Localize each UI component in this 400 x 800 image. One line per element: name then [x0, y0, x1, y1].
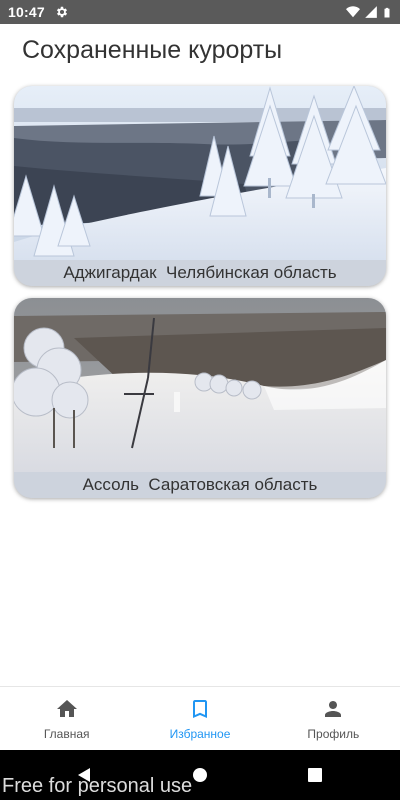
ski-lift-slope-photo	[14, 298, 386, 472]
gear-icon	[55, 5, 69, 19]
signal-icon	[365, 6, 377, 18]
wifi-icon	[346, 6, 360, 18]
nav-item-home[interactable]: Главная	[0, 687, 133, 750]
resort-card-assol[interactable]: Ассоль Саратовская область	[14, 298, 386, 498]
status-bar: 10:47	[0, 0, 400, 24]
snowy-forest-slope-photo	[14, 86, 386, 260]
nav-label-home: Главная	[43, 726, 90, 741]
page-title: Сохраненные курорты	[22, 36, 283, 64]
battery-icon	[384, 7, 390, 17]
person-icon	[325, 700, 342, 717]
bottom-nav: Главная Избранное Профиль	[0, 686, 400, 750]
system-nav-bar	[0, 750, 400, 800]
recents-icon[interactable]	[307, 767, 323, 783]
resort-caption: Аджигардак Челябинская область	[14, 260, 386, 286]
nav-item-profile[interactable]: Профиль	[267, 687, 400, 750]
status-time: 10:47	[8, 4, 45, 20]
bookmark-icon	[192, 699, 207, 718]
home-icon	[56, 699, 77, 717]
home-circle-icon[interactable]	[192, 767, 208, 783]
nav-label-profile: Профиль	[307, 726, 360, 741]
resort-caption: Ассоль Саратовская область	[14, 472, 386, 498]
status-icons	[346, 5, 392, 20]
nav-item-favorites[interactable]: Избранное	[133, 687, 266, 750]
resort-card-adzhigardak[interactable]: Аджигардак Челябинская область	[14, 86, 386, 286]
nav-label-favorites: Избранное	[169, 726, 231, 741]
back-icon[interactable]	[76, 767, 92, 783]
